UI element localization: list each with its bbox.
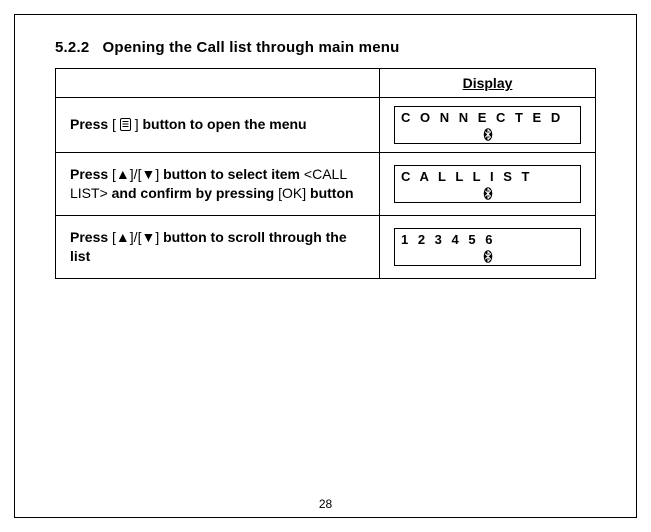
display-cell: C A L L L I S T: [380, 153, 596, 216]
instr-text: button to open the menu: [139, 116, 307, 132]
instruction-cell: Press [▲]/[▼] button to scroll through t…: [56, 215, 380, 278]
display-cell: C O N N E C T E D: [380, 98, 596, 153]
display-cell: 1 2 3 4 5 6: [380, 215, 596, 278]
section-title: Opening the Call list through main menu: [102, 39, 399, 56]
instr-text: Press: [70, 116, 112, 132]
arrow-keys: [▲]/[▼]: [112, 166, 159, 182]
ok-key: [OK]: [278, 185, 306, 201]
lcd-display: C A L L L I S T: [394, 165, 581, 203]
instruction-cell: Press [▲]/[▼] button to select item <CAL…: [56, 153, 380, 216]
page-border: 5.2.2 Opening the Call list through main…: [14, 14, 637, 518]
bluetooth-icon: [483, 250, 492, 263]
lcd-line1: 1 2 3 4 5 6: [401, 232, 495, 247]
arrow-keys: [▲]/[▼]: [112, 229, 159, 245]
bluetooth-icon: [483, 187, 492, 200]
keycap-open: [: [112, 116, 120, 132]
bluetooth-icon: [483, 128, 492, 141]
table-row: Press [▲]/[▼] button to scroll through t…: [56, 215, 596, 278]
menu-icon: [120, 117, 131, 136]
instr-text: Press: [70, 229, 112, 245]
page-content: 5.2.2 Opening the Call list through main…: [15, 15, 636, 517]
header-left: [56, 69, 380, 98]
instr-text: button to select item: [159, 166, 304, 182]
instruction-cell: Press [ ] button to open the menu: [56, 98, 380, 153]
lcd-display: C O N N E C T E D: [394, 106, 581, 144]
lcd-line1: C A L L L I S T: [401, 169, 532, 184]
lcd-line1: C O N N E C T E D: [401, 110, 563, 125]
instr-text: button: [306, 185, 353, 201]
page-number: 28: [15, 497, 636, 511]
lcd-display: 1 2 3 4 5 6: [394, 228, 581, 266]
header-right: Display: [380, 69, 596, 98]
steps-table: Display Press [ ] button to open the men…: [55, 68, 596, 279]
header-right-text: Display: [463, 75, 513, 91]
keycap-close: ]: [131, 116, 139, 132]
instr-text: Press: [70, 166, 112, 182]
table-row: Press [▲]/[▼] button to select item <CAL…: [56, 153, 596, 216]
section-number: 5.2.2: [55, 39, 89, 56]
instr-text: and confirm by pressing: [108, 185, 278, 201]
table-row: Press [ ] button to open the menu C O N …: [56, 98, 596, 153]
table-header-row: Display: [56, 69, 596, 98]
section-heading: 5.2.2 Opening the Call list through main…: [55, 39, 596, 56]
